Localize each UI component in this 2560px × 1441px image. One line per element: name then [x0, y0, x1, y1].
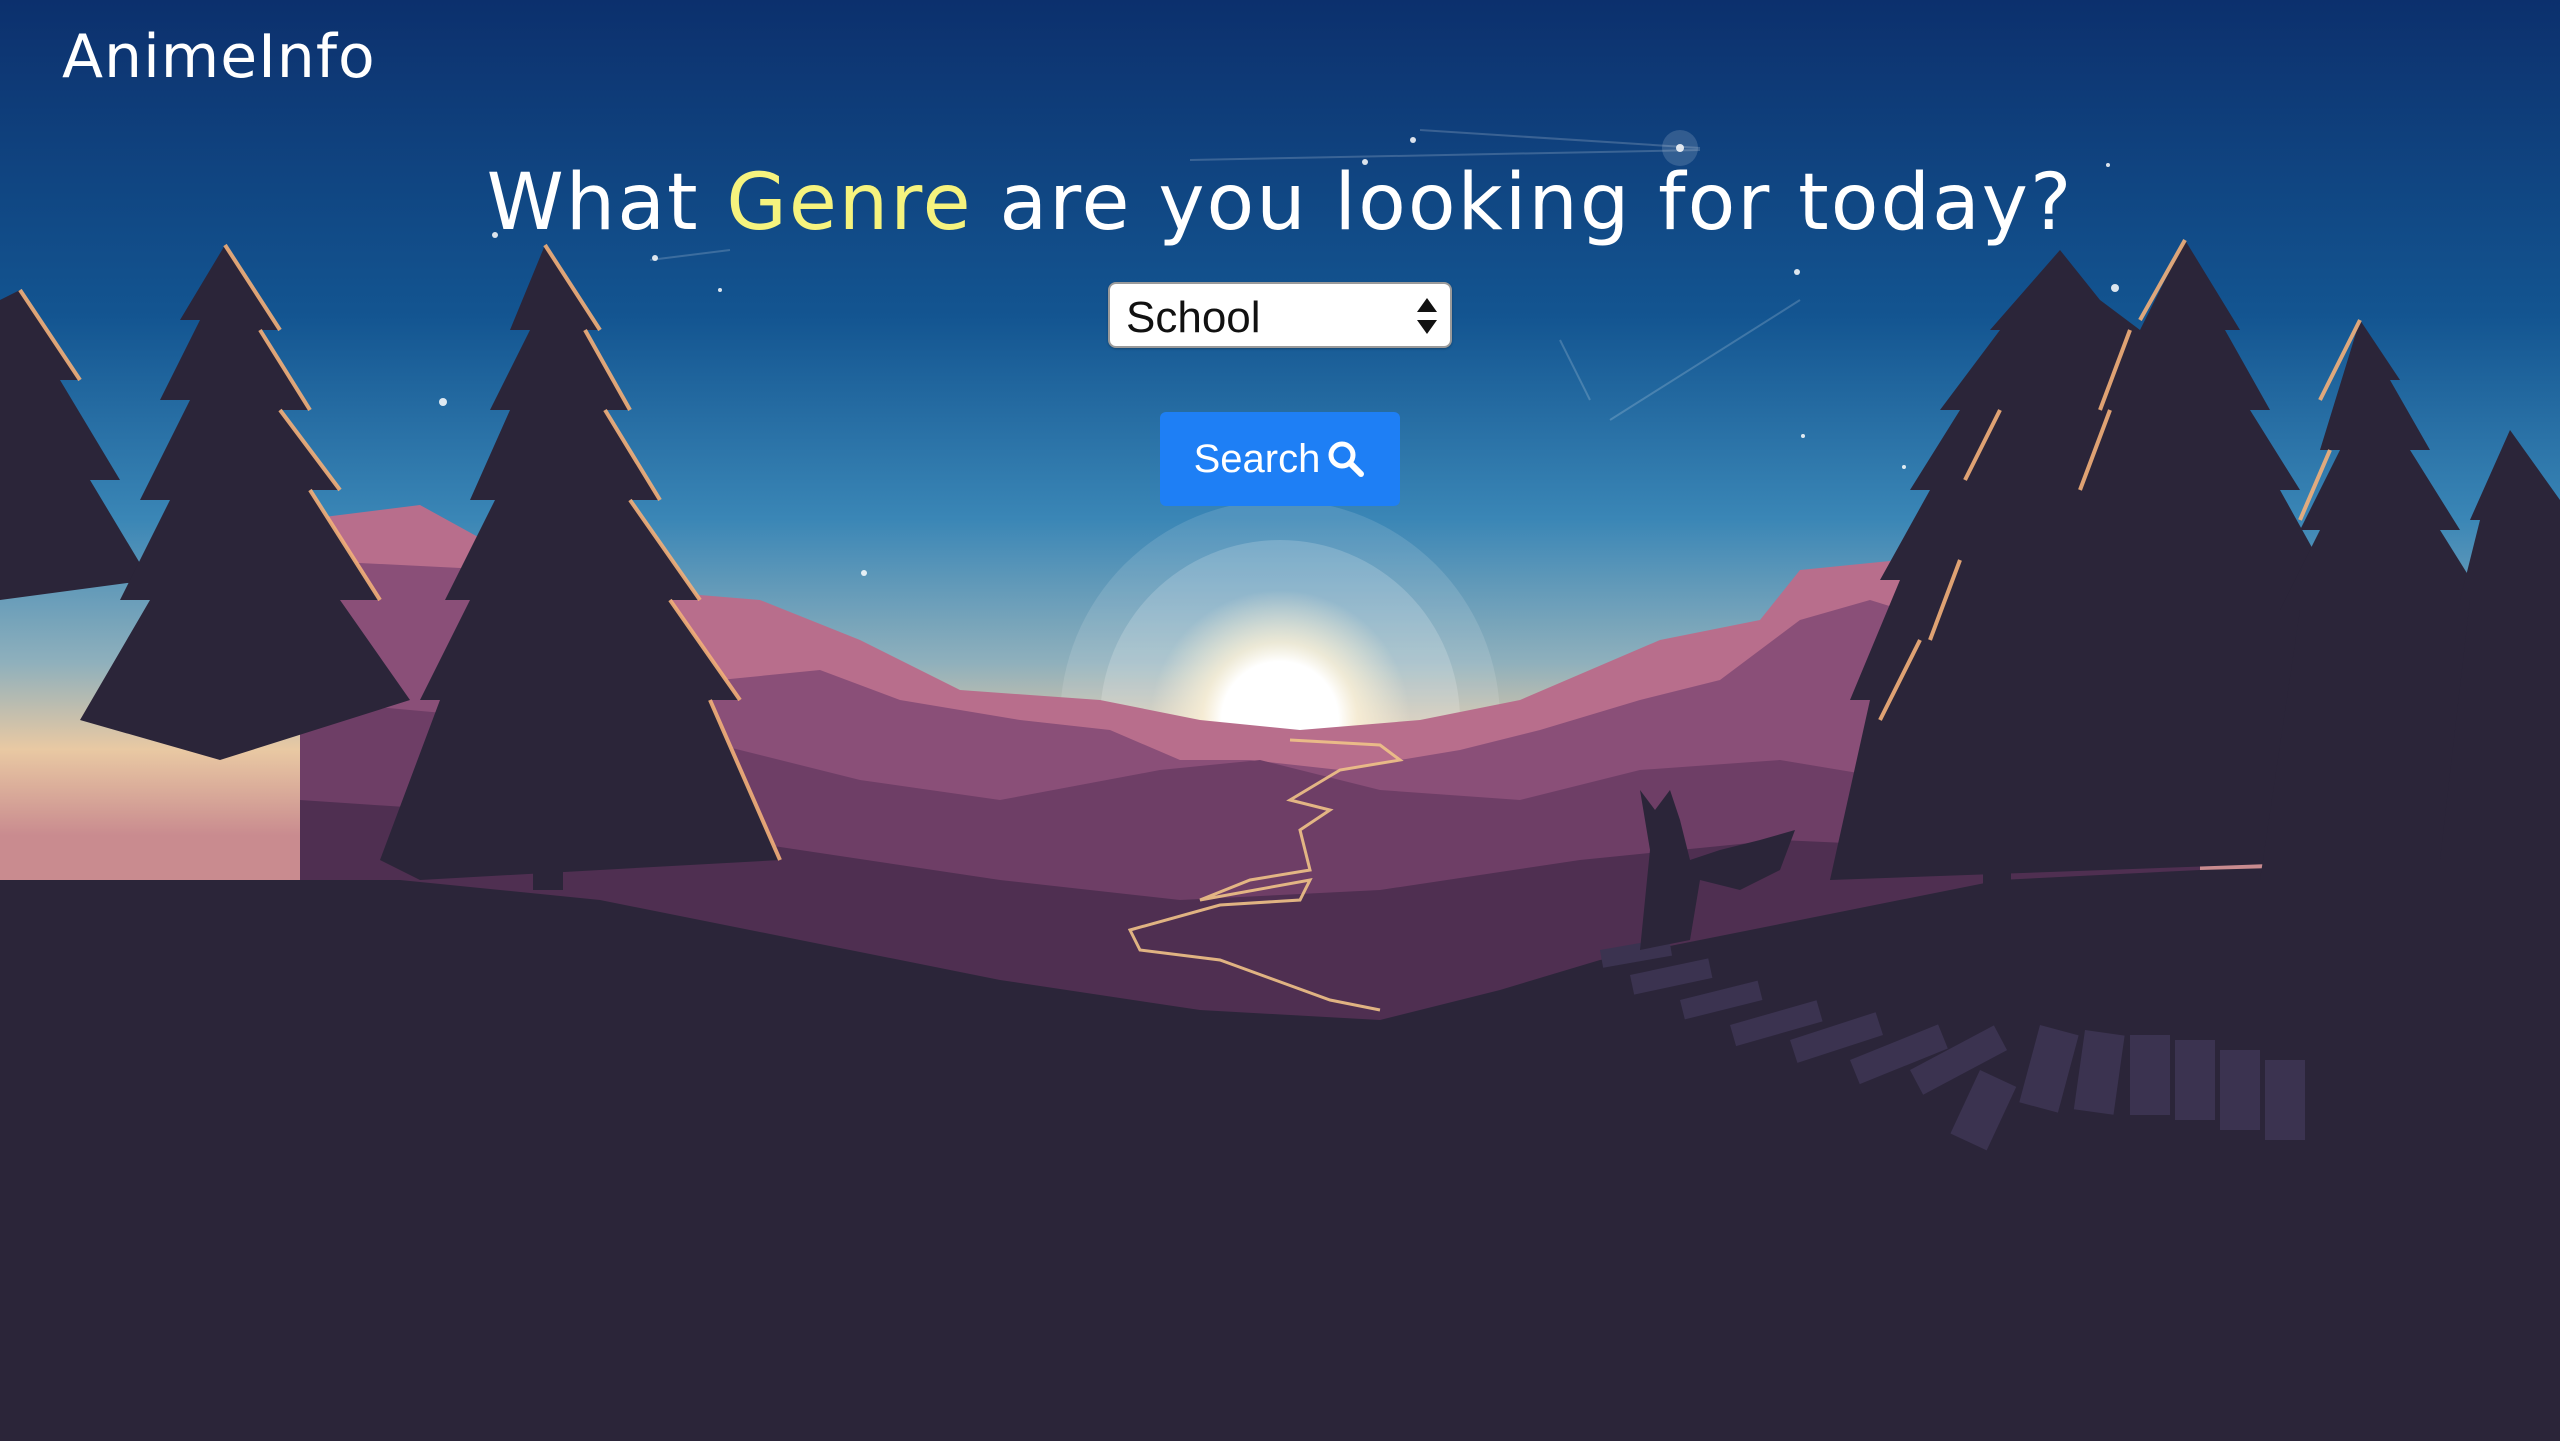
- search-button[interactable]: Search: [1160, 412, 1400, 506]
- headline-text-after: are you looking for today?: [972, 158, 2074, 248]
- search-icon: [1328, 441, 1365, 477]
- genre-select-value: School: [1126, 293, 1261, 342]
- select-arrows-icon: [1417, 298, 1437, 334]
- headline-text-before: What: [486, 158, 727, 248]
- search-button-label: Search: [1193, 436, 1321, 481]
- brand-logo[interactable]: AnimeInfo: [62, 22, 376, 92]
- page-headline: What Genre are you looking for today?: [0, 158, 2560, 248]
- headline-accent-word: Genre: [726, 158, 973, 248]
- genre-select[interactable]: School: [1108, 282, 1452, 348]
